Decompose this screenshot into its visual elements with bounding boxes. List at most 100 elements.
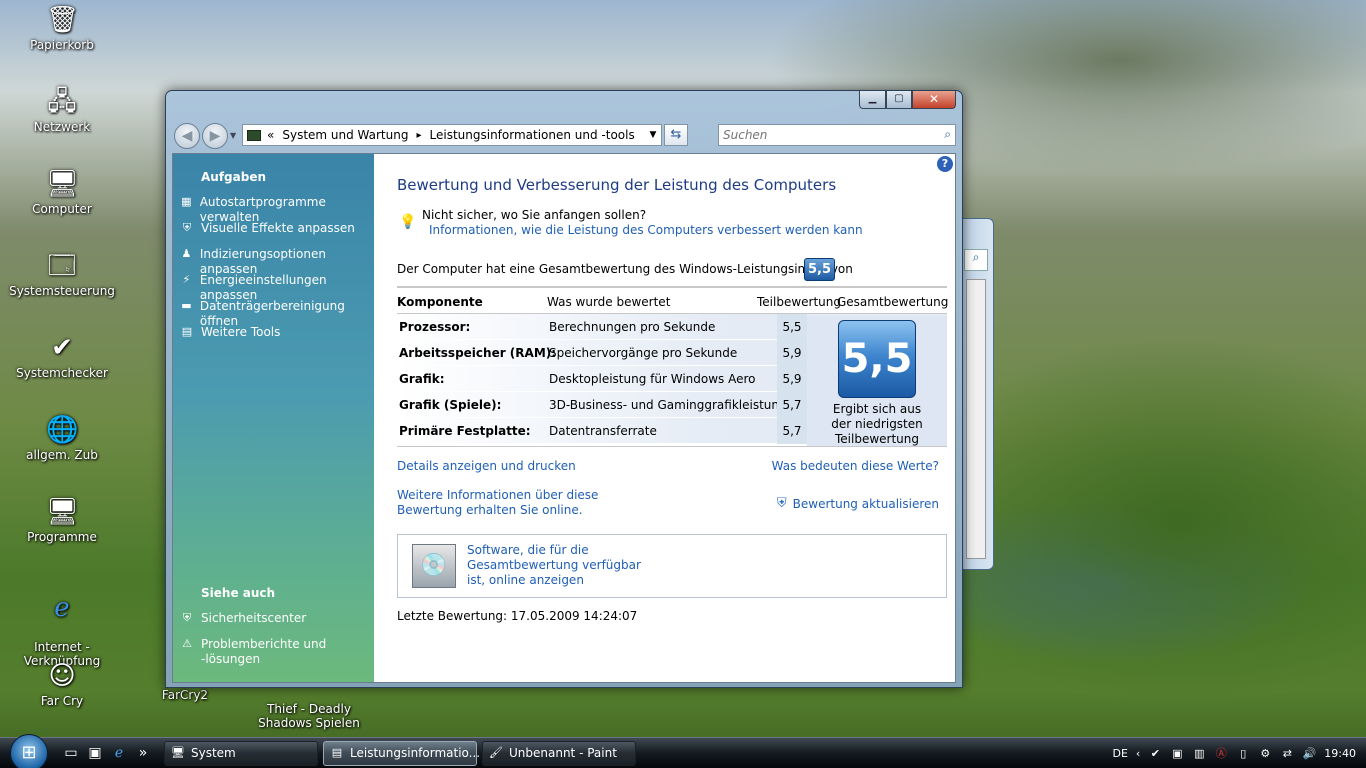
search-icon[interactable]: ⌕ [964,249,988,271]
content-pane: ? Bewertung und Verbesserung der Leistun… [374,154,955,682]
table-header: Komponente Was wurde bewertet Teilbewert… [397,286,948,314]
more-info-online-link[interactable]: Weitere Informationen über diese Bewertu… [397,488,647,518]
breadcrumb-leistungsinformationen[interactable]: Leistungsinformationen und -tools [430,128,635,142]
subscore: 5,7 [777,392,807,418]
maximize-button[interactable]: ▢ [886,91,912,109]
desktop-icon-recycle-bin[interactable]: 🗑 Papierkorb [7,4,117,52]
help-icon[interactable]: ? [937,156,953,172]
desktop-icon-systemchecker[interactable]: ✔ Systemchecker [7,332,117,380]
recent-pages-dropdown[interactable]: ▼ [230,131,236,140]
folder-icon [247,129,261,141]
column-header-component: Komponente [397,295,483,309]
tasks-heading: Aufgaben [201,170,267,184]
overall-score-text: Der Computer hat eine Gesamtbewertung de… [397,262,853,276]
control-panel-icon: 🗔 [47,251,77,281]
search-icon[interactable]: ⌕ [944,127,951,142]
language-indicator[interactable]: DE [1112,747,1127,760]
taskbar-button-performance[interactable]: ▤ Leistungsinformatio... [323,741,480,766]
chevron-down-icon[interactable]: ▼ [645,130,661,140]
component-name: Grafik (Spiele): [399,398,502,412]
update-score-label: Bewertung aktualisieren [792,496,939,511]
task-pane: Aufgaben ▦ Autostartprogramme verwalten … [173,154,374,682]
tray-monitor-icon[interactable]: ▥ [1192,747,1206,761]
rated-item: Datentransferrate [549,424,657,438]
ie-icon[interactable]: ℯ [110,744,128,762]
search-input[interactable] [719,125,919,145]
clock[interactable]: 19:40 [1324,747,1356,760]
base-score-caption: Ergibt sich aus der niedrigsten Teilbewe… [831,402,923,446]
desktop-icon-label: allgem. Zub [26,448,98,462]
taskbar-button-label: Unbenannt - Paint [509,746,617,760]
desktop-icon-farcry[interactable]: ☺ Far Cry [7,660,117,708]
desktop-icon-label: Papierkorb [30,38,94,52]
subscore: 5,9 [777,340,807,366]
search-box[interactable]: ⌕ [718,124,956,146]
desktop-icon-thief[interactable]: Thief - Deadly Shadows Spielen [253,688,365,730]
hint-question: Nicht sicher, wo Sie anfangen sollen? [422,208,647,222]
update-score-button[interactable]: ⛨ Bewertung aktualisieren [777,496,939,511]
desktop-icon-label: Far Cry [40,694,84,708]
performance-window: ▁ ▢ ✕ ◀ ▶ ▼ « System und Wartung ▸ Leist… [165,90,963,688]
startup-programs-icon: ▦ [181,195,192,208]
desktop-icon-label: Thief - Deadly Shadows Spielen [258,702,360,730]
start-button[interactable]: ⊞ [10,734,48,768]
sidebar-item-problem-reports[interactable]: ⚠ Problemberichte und -lösungen [179,637,374,667]
what-do-scores-mean-link[interactable]: Was bedeuten diese Werte? [772,459,939,473]
desktop-icon-programme[interactable]: 🖥 Programme [7,496,117,544]
column-header-subscore: Teilbewertung [757,295,842,309]
navigation-bar: ◀ ▶ ▼ « System und Wartung ▸ Leistungsin… [172,123,956,149]
breadcrumb-separator-icon[interactable]: ▸ [416,130,421,141]
tray-device-icon[interactable]: ▯ [1236,747,1250,761]
desktop-icon-allgem-zub[interactable]: 🌐 allgem. Zub [7,414,117,462]
desktop-icon-label: Systemchecker [16,366,108,380]
background-window-scrollbar[interactable] [966,279,986,559]
software-online-link[interactable]: Software, die für die Gesamtbewertung ve… [467,543,657,588]
recycle-bin-icon: 🗑 [46,5,80,35]
rated-item: 3D-Business- und Gaminggrafikleistung [549,398,787,412]
tray-volume-icon[interactable]: 🔊 [1302,747,1316,761]
sidebar-item-visual-effects[interactable]: ⛨ Visuelle Effekte anpassen [179,221,374,236]
globe-icon: 🌐 [46,415,79,445]
improve-performance-link[interactable]: Informationen, wie die Leistung des Comp… [429,223,863,237]
address-bar[interactable]: « System und Wartung ▸ Leistungsinformat… [242,124,662,146]
performance-icon: ▤ [331,746,343,759]
tray-network-icon[interactable]: ▣ [1170,747,1184,761]
switch-windows-icon[interactable]: ▣ [86,744,104,762]
quick-launch-more-icon[interactable]: » [134,744,152,762]
score-table: Komponente Was wurde bewertet Teilbewert… [397,286,948,447]
breadcrumb-root[interactable]: « [267,128,274,142]
tray-app-icon[interactable]: ✔ [1148,747,1162,761]
tray-connection-icon[interactable]: ⇄ [1280,747,1294,761]
desktop-icon-label: Systemsteuerung [9,284,115,298]
tray-expand-icon[interactable]: ‹ [1136,747,1140,760]
show-desktop-icon[interactable]: ▭ [62,744,80,762]
back-button[interactable]: ◀ [174,123,200,149]
background-window[interactable]: ⌕ [960,218,994,570]
sidebar-item-security-center[interactable]: ⛨ Sicherheitscenter [179,611,374,626]
desktop-icon-label: FarCry2 [161,688,209,702]
tray-safely-remove-icon[interactable]: ⚙ [1258,747,1272,761]
breadcrumb-system-und-wartung[interactable]: System und Wartung [282,128,408,142]
desktop-icon-network[interactable]: 🖧 Netzwerk [7,86,117,134]
power-options-icon: ⚡ [182,273,191,286]
sidebar-item-label: Problemberichte und -lösungen [201,637,327,666]
desktop-icon-farcry2[interactable]: FarCry2 [130,688,240,702]
subscore: 5,7 [777,418,807,444]
overall-score-badge: 5,5 [804,258,835,281]
minimize-button[interactable]: ▁ [859,91,886,109]
refresh-button[interactable]: ⇆ [664,124,688,146]
tray-antivirus-icon[interactable]: Ⓐ [1214,747,1228,761]
sidebar-item-more-tools[interactable]: ▤ Weitere Tools [179,325,374,340]
desktop-icon-computer[interactable]: 🖥 Computer [7,168,117,216]
details-print-link[interactable]: Details anzeigen und drucken [397,459,576,473]
desktop-icon-control-panel[interactable]: 🗔 Systemsteuerung [7,250,117,298]
taskbar-button-system[interactable]: 🖥 System [164,741,318,766]
desktop-icon-internet[interactable]: ℯ Internet - Verknüpfung [7,578,117,668]
forward-button[interactable]: ▶ [202,123,228,149]
close-button[interactable]: ✕ [912,91,956,109]
subscore: 5,9 [777,366,807,392]
network-icon: 🖧 [47,87,77,117]
taskbar-button-paint[interactable]: 🖌 Unbenannt - Paint [482,741,636,766]
desktop-icon-label: Netzwerk [33,120,91,134]
paint-icon: 🖌 [489,746,503,759]
